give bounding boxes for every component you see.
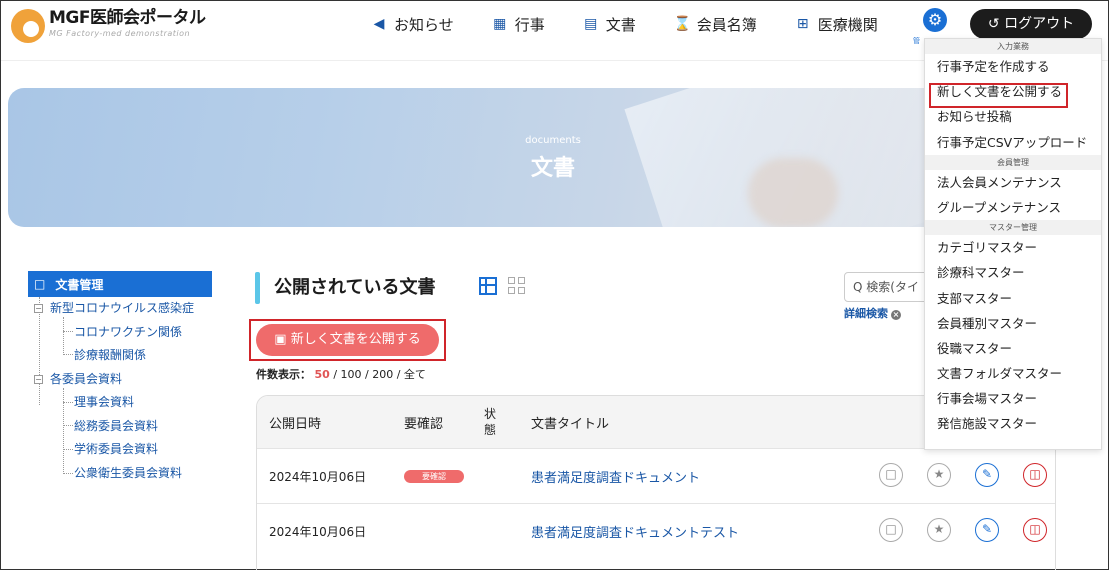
menu-item-facility-master[interactable]: 発信施設マスター [925,411,1101,436]
menu-item-category-master[interactable]: カテゴリマスター [925,235,1101,260]
megaphone-icon: ◀ [373,16,385,32]
publish-document-button[interactable]: ▣ 新しく文書を公開する [256,324,439,356]
menu-item-position-master[interactable]: 役職マスター [925,336,1101,361]
logout-icon: ↺ [987,16,1000,32]
tree-item-public-health[interactable]: 公衆衛生委員会資料 [28,462,212,486]
nav-medical-institutions[interactable]: ⊞ 医療機関 [795,14,878,35]
logo-badge-icon [11,9,45,43]
needs-review-badge: 要確認 [404,470,464,483]
document-title-link[interactable]: 患者満足度調査ドキュメントテスト [531,504,739,559]
row-date: 2024年10月06日 [269,470,367,484]
nav-member-directory[interactable]: ⌛ 会員名簿 [674,14,757,35]
edit-icon[interactable]: ✎ [975,463,999,487]
main-nav: ◀ お知らせ ▦ 行事 ▤ 文書 ⌛ 会員名簿 ⊞ 医療機関 [371,11,916,37]
tree-folder-covid[interactable]: − 新型コロナウイルス感染症 [28,297,212,321]
hospital-icon: ⊞ [796,16,809,32]
nav-news[interactable]: ◀ お知らせ [371,14,454,35]
gear-caption: 管 [913,37,920,45]
edit-icon[interactable]: ✎ [975,518,999,542]
highlight-menu-publish [929,83,1068,108]
menu-heading-input: 入力業務 [925,39,1101,54]
menu-item-venue-master[interactable]: 行事会場マスター [925,386,1101,411]
row-date: 2024年10月06日 [269,525,367,539]
tree-item-fee[interactable]: 診療報酬関係 [28,344,212,368]
tree-item-academic[interactable]: 学術委員会資料 [28,438,212,462]
menu-item-branch-master[interactable]: 支部マスター [925,286,1101,311]
tree-item-vaccine[interactable]: コロナワクチン関係 [28,321,212,345]
tree-folder-committees[interactable]: − 各委員会資料 [28,368,212,392]
logout-button[interactable]: ↺ ログアウト [970,9,1092,39]
nav-documents[interactable]: ▤ 文書 [583,14,636,35]
header-publish-date: 公開日時 [269,416,322,432]
trash-icon[interactable]: ◫ [1023,463,1047,487]
menu-item-create-event[interactable]: 行事予定を作成する [925,54,1101,79]
table-row[interactable]: 2024年10月06日 要確認 患者満足度調査ドキュメント □ ★ ✎ ◫ [257,448,1055,503]
document-icon: ▤ [584,16,598,32]
menu-item-event-csv-upload[interactable]: 行事予定CSVアップロード [925,130,1101,155]
list-view-icon[interactable] [479,277,497,295]
collapse-toggle-icon[interactable]: − [34,304,43,313]
table-row[interactable]: 2024年10月06日 患者満足度調査ドキュメントテスト □ ★ ✎ ◫ [257,503,1055,558]
page-size-selector: 件数表示： 50 / 100 / 200 / 全て [256,368,426,381]
header-needs-review: 要確認 [404,416,444,432]
gear-icon[interactable]: ⚙ [923,8,947,32]
advanced-search-link[interactable]: 詳細検索 × [844,305,901,321]
menu-item-corporate-members[interactable]: 法人会員メンテナンス [925,170,1101,195]
menu-item-member-type-master[interactable]: 会員種別マスター [925,311,1101,336]
search-input[interactable]: Q 検索(タイ [844,272,934,302]
calendar-icon: ▦ [493,16,507,32]
menu-item-department-master[interactable]: 診療科マスター [925,260,1101,285]
collapse-toggle-icon[interactable]: − [34,374,43,384]
hourglass-icon: ⌛ [673,16,692,32]
page-title: 公開されている文書 [274,277,436,298]
logo-title: MGF医師会ポータル [49,8,206,28]
header-status: 状態 [484,407,497,437]
menu-item-folder-master[interactable]: 文書フォルダマスター [925,361,1101,386]
upload-folder-icon: ▣ [274,332,287,347]
grid-view-icon[interactable] [508,277,526,295]
nav-events[interactable]: ▦ 行事 [492,14,545,35]
folder-icon: □ [34,277,46,291]
star-icon[interactable]: ★ [927,463,951,487]
menu-heading-master: マスター管理 [925,220,1101,236]
tree-item-board[interactable]: 理事会資料 [28,391,212,415]
close-icon[interactable]: × [891,310,901,320]
menu-item-groups[interactable]: グループメンテナンス [925,195,1101,220]
bookmark-icon[interactable]: □ [879,518,903,542]
logo-subtitle: MG Factory-med demonstration [49,29,191,38]
bookmark-icon[interactable]: □ [879,463,903,487]
tree-item-general-affairs[interactable]: 総務委員会資料 [28,415,212,439]
page-size-others[interactable]: / 100 / 200 / 全て [333,368,426,381]
menu-item-post-news[interactable]: お知らせ投稿 [925,104,1101,129]
star-icon[interactable]: ★ [927,518,951,542]
header-document-title: 文書タイトル [531,416,610,432]
document-tree: □ 文書管理 − 新型コロナウイルス感染症 コロナワクチン関係 診療報酬関係 −… [28,271,212,485]
menu-heading-members: 会員管理 [925,154,1101,170]
tree-root-document-management[interactable]: □ 文書管理 [28,271,212,297]
site-logo[interactable]: MGF医師会ポータル MG Factory-med demonstration [11,7,206,47]
section-accent-bar [255,272,260,304]
trash-icon[interactable]: ◫ [1023,518,1047,542]
document-title-link[interactable]: 患者満足度調査ドキュメント [531,449,700,504]
page-size-50[interactable]: 50 [315,368,330,381]
